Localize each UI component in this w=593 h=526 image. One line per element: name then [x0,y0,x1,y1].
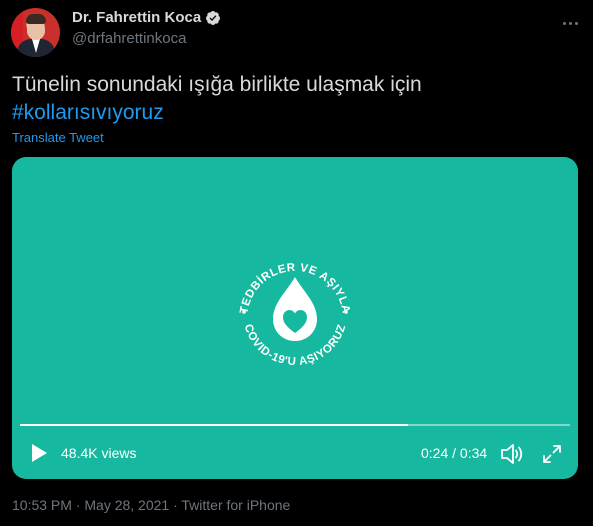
play-icon[interactable] [30,443,48,463]
author-name[interactable]: Dr. Fahrettin Koca [72,9,201,26]
more-dot [562,21,566,25]
volume-icon[interactable] [500,443,524,465]
author-name-row: Dr. Fahrettin Koca [72,9,221,26]
author-handle[interactable]: @drfahrettinkoca [72,30,186,47]
avatar[interactable] [11,8,60,57]
video-controls: 48.4K views 0:24 / 0:34 [12,439,578,467]
more-options-icon[interactable] [560,13,580,33]
tweet-body: Tünelin sonundaki ışığa birlikte ulaşmak… [12,73,422,96]
covid-vaccine-logo: TEDBİRLER VE AŞIYLA COVID-19'U AŞIYORUZ [238,262,351,368]
fullscreen-icon[interactable] [542,444,562,464]
video-progress-fill [20,424,409,426]
translate-tweet-link[interactable]: Translate Tweet [12,130,104,145]
logo-dot-left [242,310,246,314]
video-progress-bar[interactable] [20,424,570,426]
hashtag-link[interactable]: #kollarısıvıyoruz [12,99,582,127]
avatar-hair [26,14,46,24]
video-time: 0:24 / 0:34 [421,445,488,461]
logo-dot-right [344,310,348,314]
more-dot [568,21,572,25]
video-player[interactable]: TEDBİRLER VE AŞIYLA COVID-19'U AŞIYORUZ … [12,157,578,479]
tweet-timestamp[interactable]: 10:53 PM · May 28, 2021 · Twitter for iP… [12,497,290,513]
view-count: 48.4K views [61,445,137,461]
more-dot [574,21,578,25]
verified-badge-icon [206,10,221,25]
tweet-text: Tünelin sonundaki ışığa birlikte ulaşmak… [12,71,582,127]
